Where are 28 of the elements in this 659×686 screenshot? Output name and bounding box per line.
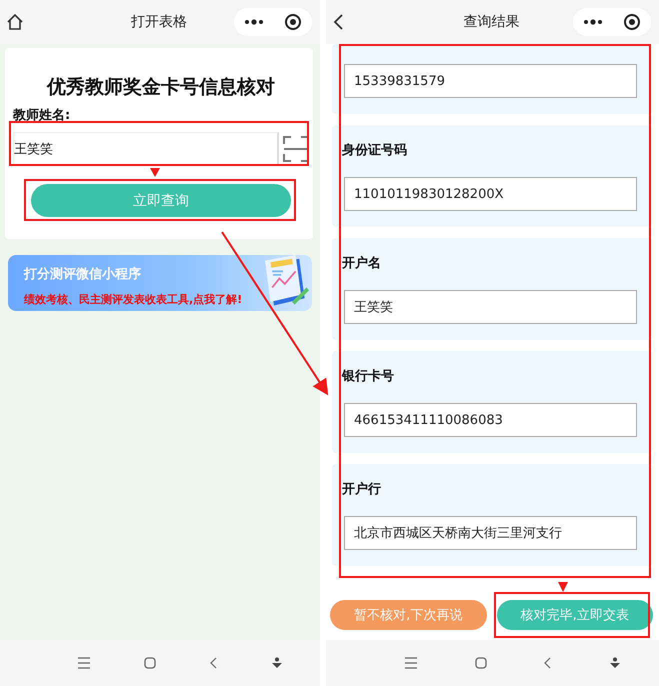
value-field[interactable]: 11010119830128200X [344, 177, 637, 211]
value-field[interactable]: 王笑笑 [344, 290, 637, 324]
name-input[interactable]: 王笑笑 [13, 132, 279, 166]
value-field[interactable]: 15339831579 [344, 64, 637, 98]
home-icon[interactable] [6, 13, 24, 31]
home-button-icon[interactable] [475, 657, 488, 669]
scan-icon[interactable] [283, 136, 309, 162]
menu-icon[interactable] [76, 657, 91, 669]
back-icon[interactable] [210, 657, 218, 669]
more-icon[interactable] [583, 19, 603, 25]
page-title: 打开表格 [131, 13, 187, 31]
more-icon[interactable] [244, 19, 264, 25]
field-label: 教师姓名: [13, 107, 70, 124]
field-label: 银行卡号 [342, 368, 394, 385]
banner-title: 打分测评微信小程序 [24, 266, 142, 283]
annotation-arrowhead [150, 168, 160, 177]
field-label: 身份证号码 [342, 142, 407, 159]
form-title: 优秀教师奖金卡号信息核对 [46, 75, 276, 100]
menu-icon[interactable] [404, 657, 418, 669]
field-label: 开户名 [342, 254, 381, 272]
field-label: 开户行 [342, 480, 381, 498]
banner-subtitle: 绩效考核、民主测评发表收表工具,点我了解! [24, 292, 244, 307]
home-button-icon[interactable] [144, 657, 156, 669]
annotation-arrowhead [558, 582, 568, 592]
page-title: 查询结果 [464, 13, 520, 31]
value-field[interactable]: 466153411110086083 [344, 403, 637, 437]
back-icon[interactable] [544, 657, 552, 669]
value-field[interactable]: 北京市西城区天桥南大街三里河支行 [344, 516, 637, 550]
